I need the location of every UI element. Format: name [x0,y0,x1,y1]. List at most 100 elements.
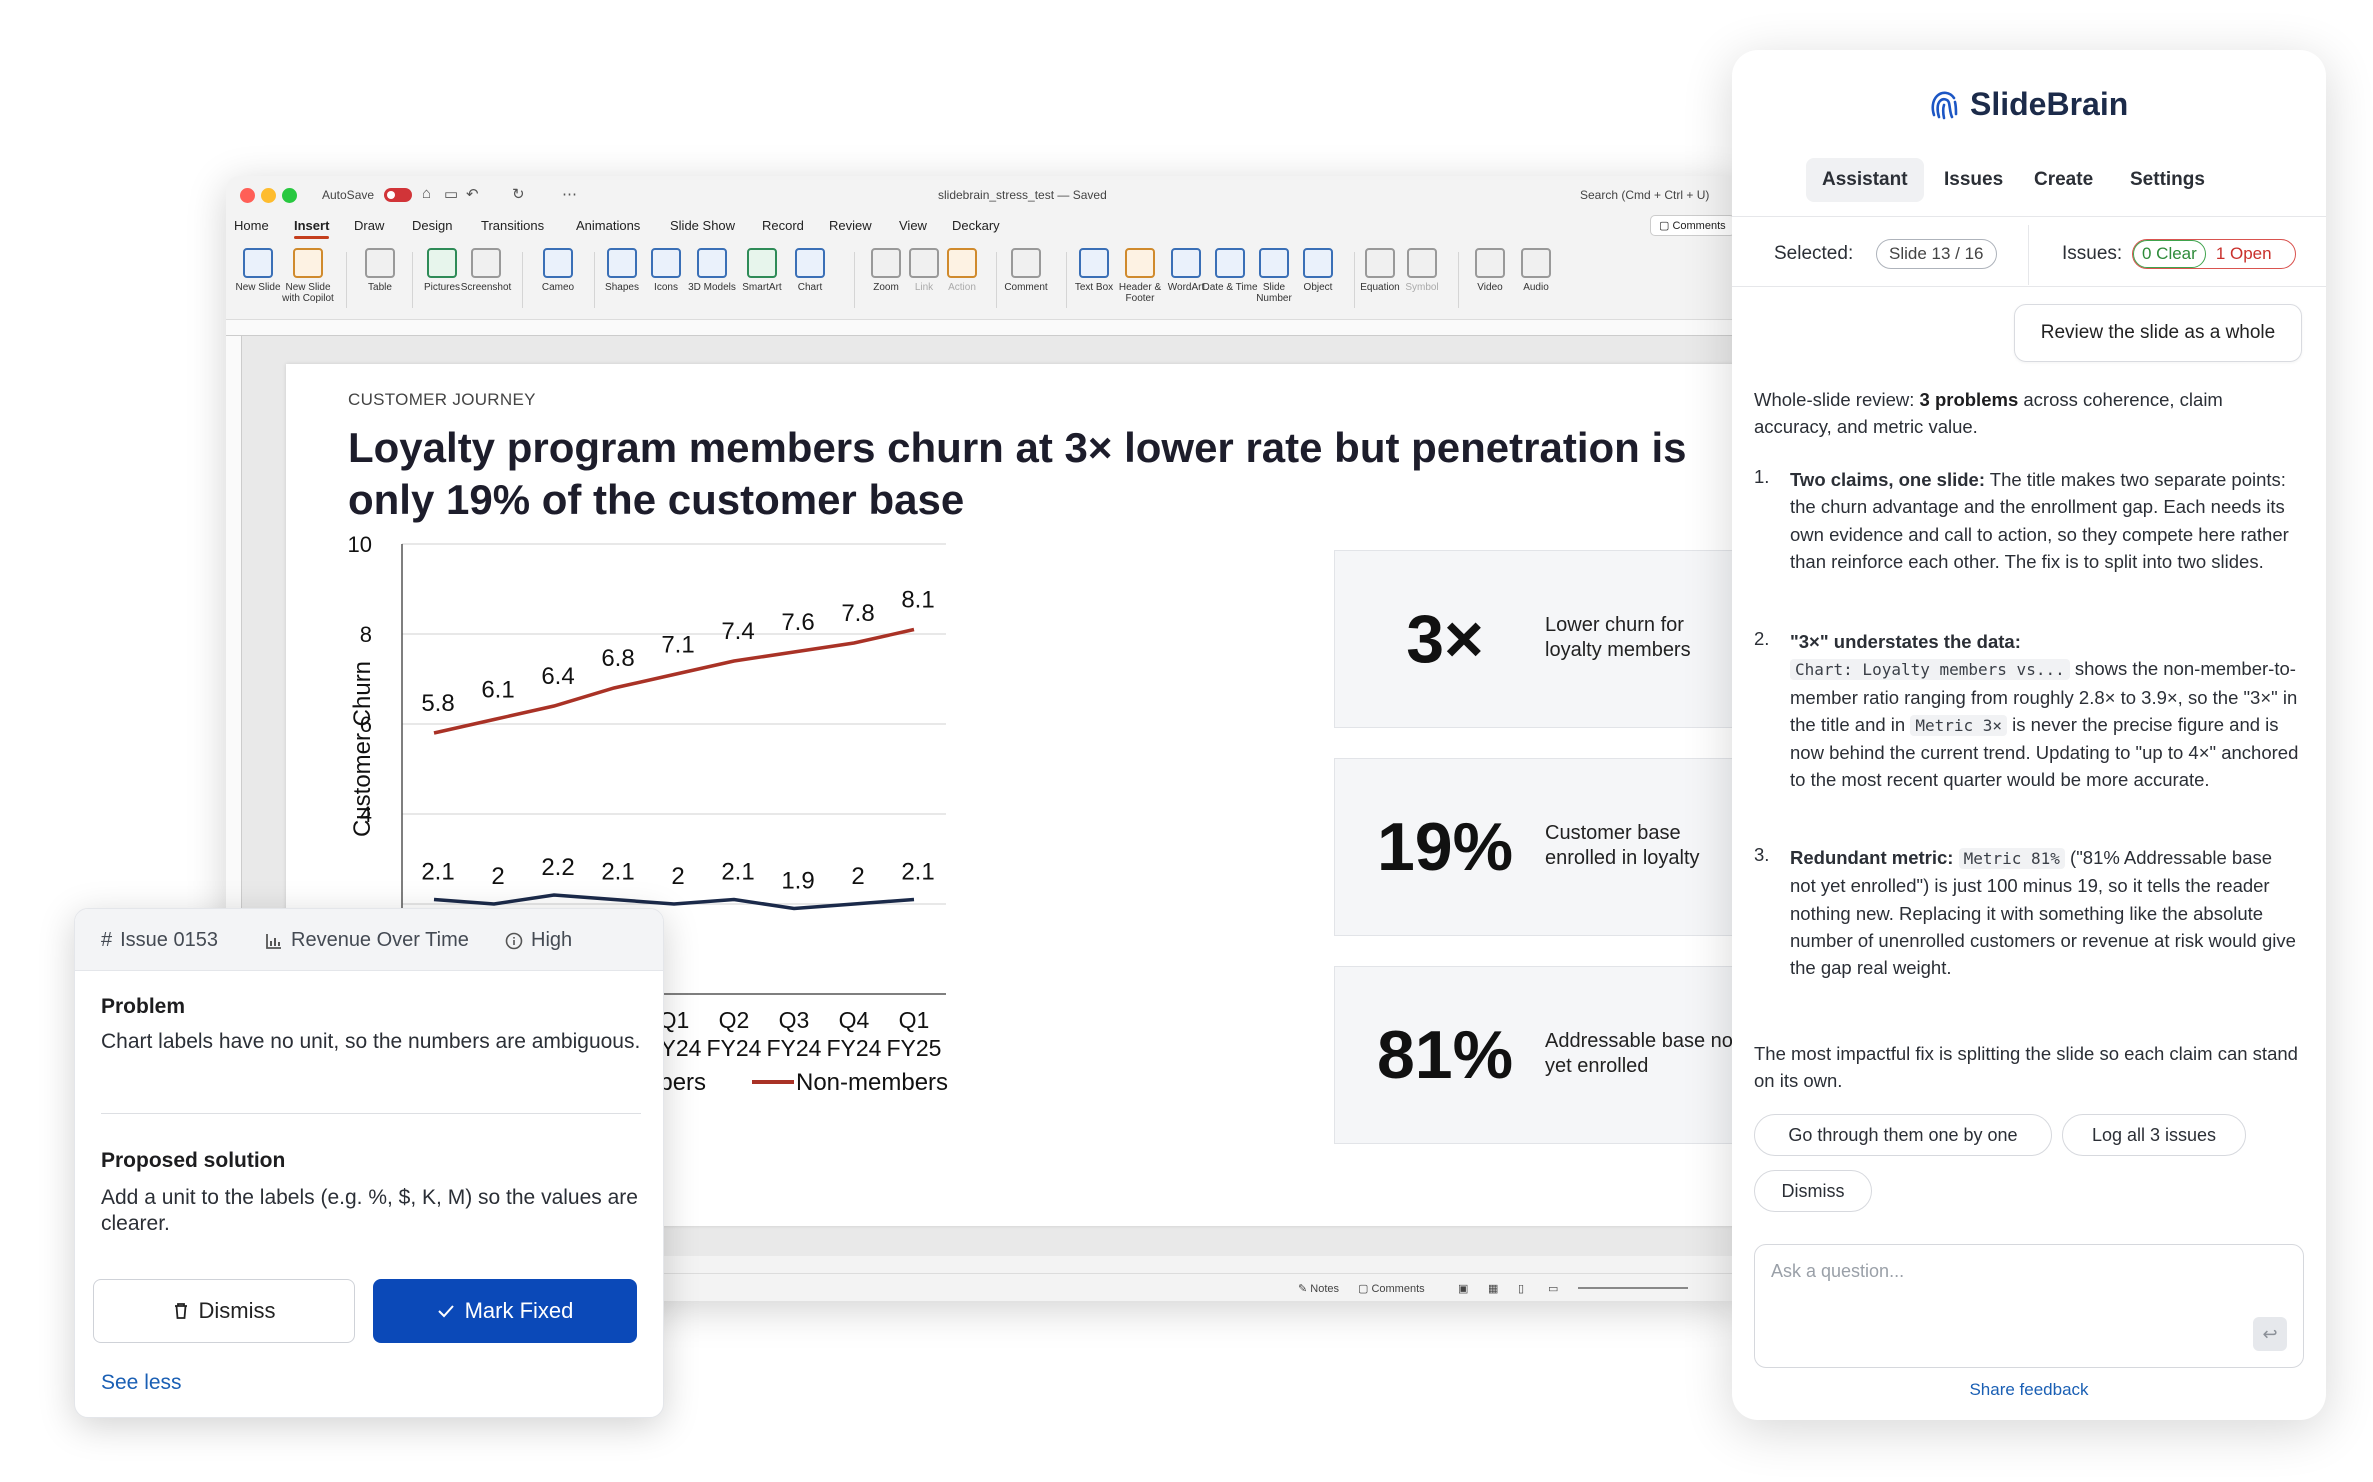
screenshot-button[interactable]: Screenshot [456,248,516,293]
data-label: 7.6 [781,609,814,636]
tab-assistant[interactable]: Assistant [1806,158,1924,202]
kpi-value: 19% [1376,809,1514,885]
tab-deckary[interactable]: Deckary [952,218,1000,233]
comments-button[interactable]: ▢ Comments [1650,215,1735,236]
tab-record[interactable]: Record [762,218,804,233]
send-icon[interactable]: ↩ [2253,1317,2287,1351]
save-icon[interactable]: ▭ [444,185,458,203]
object-button[interactable]: Object [1288,248,1348,293]
slideshow-view-icon[interactable]: ▭ [1548,1282,1558,1295]
icons-icon [651,248,681,278]
series-line [433,893,915,911]
issue-card: # Issue 0153 Revenue Over Time High Probl… [74,908,664,1418]
kpi-value: 81% [1376,1017,1514,1093]
data-label: 2 [671,863,684,890]
log-all-issues-button[interactable]: Log all 3 issues [2062,1114,2246,1156]
code-reference[interactable]: Chart: Loyalty members vs... [1790,659,2070,681]
autosave-toggle[interactable] [384,188,412,202]
chart-button[interactable]: Chart [780,248,840,293]
tab-home[interactable]: Home [234,218,269,233]
tab-insert[interactable]: Insert [294,218,330,239]
horizontal-ruler [226,320,1746,336]
y-tick-label: 8 [360,622,372,647]
kpi-card[interactable]: 81% Addressable base not yet enrolled [1334,966,1754,1144]
notes-icon: ✎ [1298,1283,1311,1295]
more-commands-icon[interactable]: ⋯ [562,185,577,203]
selected-slide-badge[interactable]: Slide 13 / 16 [1876,239,1997,269]
x-tick-label: Q1 [899,1007,930,1033]
slide-title[interactable]: Loyalty program members churn at 3× lowe… [348,422,1748,526]
user-message-bubble: Review the slide as a whole [2014,304,2302,362]
status-comments-button[interactable]: ▢ Comments [1358,1282,1425,1295]
problem-text: Chart labels have no unit, so the number… [101,1030,641,1053]
brand-name: SlideBrain [1970,85,2129,122]
issues-status-badge[interactable]: 0 Clear 1 Open [2132,239,2296,269]
zoom-slider[interactable] [1578,1287,1688,1289]
tab-settings[interactable]: Settings [2114,158,2221,202]
equation-icon [1365,248,1395,278]
reading-view-icon[interactable]: ▯ [1518,1282,1524,1295]
kpi-card[interactable]: 3× Lower churn for loyalty members [1334,550,1754,728]
mark-fixed-button[interactable]: Mark Fixed [373,1279,637,1343]
code-reference[interactable]: Metric 3× [1910,714,2008,736]
kpi-card[interactable]: 19% Customer base enrolled in loyalty [1334,758,1754,936]
tab-draw[interactable]: Draw [354,218,384,233]
code-reference[interactable]: Metric 81% [1958,848,2065,869]
minimize-window-button[interactable] [261,188,276,203]
close-window-button[interactable] [240,188,255,203]
search-box[interactable]: Search (Cmd + Ctrl + U) [1580,188,1746,202]
title-bar: AutoSave ⌂ ▭ ↶ ↻ ⋯ slidebrain_stress_tes… [226,176,1746,212]
dismiss-chip-button[interactable]: Dismiss [1754,1170,1872,1212]
x-tick-label: Q2 [719,1007,750,1033]
tab-issues[interactable]: Issues [1928,158,2019,202]
share-feedback-link[interactable]: Share feedback [1732,1380,2326,1400]
tab-animations[interactable]: Animations [576,218,640,233]
slide-eyebrow: CUSTOMER JOURNEY [348,390,536,409]
home-icon[interactable]: ⌂ [422,185,431,202]
hash-icon: # [101,929,113,951]
tab-slide-show[interactable]: Slide Show [670,218,735,233]
data-label: 2.1 [901,859,934,886]
tab-transitions[interactable]: Transitions [481,218,544,233]
divider [1732,286,2326,287]
data-label: 2.2 [541,854,574,881]
symbol-button[interactable]: Symbol [1392,248,1452,293]
divider [1732,216,2326,217]
issue-id: # Issue 0153 [101,929,218,951]
list-number: 3. [1754,844,1770,865]
comment-button[interactable]: Comment [996,248,1056,293]
new-slide-copilot-button[interactable]: New Slide with Copilot [278,248,338,304]
ribbon-divider [346,252,347,308]
cameo-button[interactable]: Cameo [528,248,588,293]
tab-create[interactable]: Create [2018,158,2109,202]
divider [2028,225,2029,285]
open-badge: 1 Open [2215,244,2272,263]
check-icon [437,1305,454,1318]
table-button[interactable]: Table [350,248,410,293]
action-button[interactable]: Action [932,248,992,293]
go-one-by-one-button[interactable]: Go through them one by one [1754,1114,2052,1156]
assistant-closing: The most impactful fix is splitting the … [1754,1043,2298,1091]
brand: SlideBrain [1928,84,2128,124]
audio-button[interactable]: Audio [1506,248,1566,293]
ask-input[interactable]: Ask a question... ↩ [1754,1244,2304,1368]
tab-review[interactable]: Review [829,218,872,233]
normal-view-icon[interactable]: ▣ [1458,1282,1468,1295]
tab-design[interactable]: Design [412,218,452,233]
finding-item: "3×" understates the data: Chart: Loyalty… [1790,631,2299,791]
data-label: 2 [491,863,504,890]
undo-icon[interactable]: ↶ [466,185,479,203]
dismiss-button[interactable]: Dismiss [93,1279,355,1343]
notes-button[interactable]: ✎ Notes [1298,1282,1339,1295]
slide-sorter-icon[interactable]: ▦ [1488,1282,1498,1295]
redo-icon[interactable]: ↻ [512,185,525,203]
video-icon [1475,248,1505,278]
see-less-link[interactable]: See less [101,1371,182,1395]
x-tick-label: FY24 [767,1035,822,1061]
maximize-window-button[interactable] [282,188,297,203]
date-time-icon [1215,248,1245,278]
ribbon-divider [854,252,855,308]
y-tick-label: 10 [348,532,372,557]
divider [101,1113,641,1114]
tab-view[interactable]: View [899,218,927,233]
